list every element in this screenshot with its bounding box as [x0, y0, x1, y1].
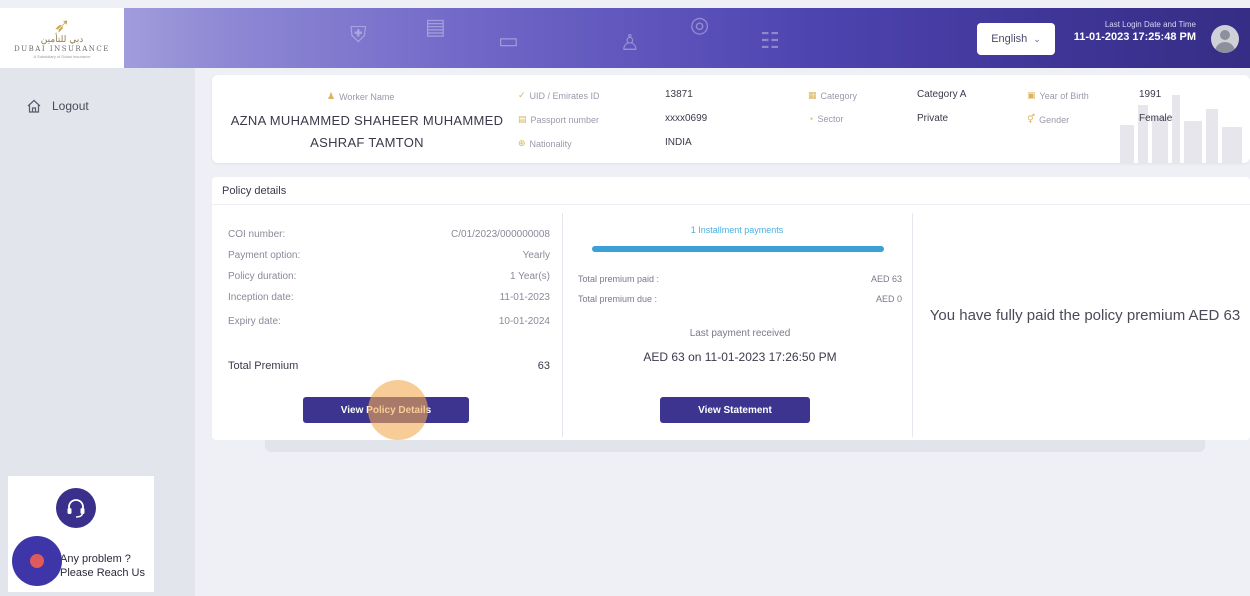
- passport-icon: ▤: [518, 114, 527, 124]
- worker-name-value: AZNA MUHAMMED SHAHEER MUHAMMED ASHRAF TA…: [230, 113, 504, 150]
- calendar-icon: ▣: [1027, 90, 1036, 100]
- premium-due-row: Total premium due : AED 0: [578, 294, 902, 304]
- expiry-date-row: Expiry date: 10-01-2024: [228, 316, 550, 327]
- installments-label: 1 Installment payments: [690, 225, 784, 235]
- gender-label: ⚥ Gender: [1027, 114, 1070, 125]
- nationality-label: ⊕ Nationality: [518, 138, 572, 149]
- badge-icon: ◎: [690, 12, 710, 37]
- passport-value: xxxx0699: [665, 113, 708, 124]
- headset-icon[interactable]: [56, 488, 96, 528]
- sector-value: Private: [917, 113, 949, 124]
- language-select[interactable]: English ⌄: [977, 23, 1055, 55]
- year-of-birth-label: ▣ Year of Birth: [1027, 90, 1089, 101]
- help-text: Any problem ? Please Reach Us: [60, 553, 145, 579]
- column-divider: [562, 213, 563, 437]
- sidebar: Logout Any problem ? Please Reach Us: [0, 68, 195, 596]
- gender-value: Female: [1139, 113, 1173, 124]
- record-button[interactable]: [12, 536, 62, 586]
- nationality-value: INDIA: [665, 137, 692, 148]
- logo-name: DUBAI INSURANCE: [14, 44, 110, 53]
- chevron-down-icon: ⌄: [1033, 33, 1041, 44]
- shield-icon: ⛨: [350, 22, 367, 47]
- last-login-info: Last Login Date and Time 11-01-2023 17:2…: [1070, 20, 1196, 43]
- last-payment-label: Last payment received: [689, 328, 791, 339]
- installment-progress-bar: [592, 246, 884, 252]
- year-of-birth-value: 1991: [1139, 89, 1162, 100]
- avatar[interactable]: [1211, 25, 1239, 53]
- view-statement-button[interactable]: View Statement: [660, 397, 810, 423]
- user-icon: ♟: [327, 91, 336, 101]
- last-payment-value: AED 63 on 11-01-2023 17:26:50 PM: [643, 350, 837, 364]
- home-icon: [27, 99, 41, 113]
- policy-details-header: Policy details: [212, 177, 1250, 205]
- company-logo[interactable]: ➶ دبي للتأمين DUBAI INSURANCE A Subsidia…: [0, 8, 124, 68]
- column-divider: [912, 213, 913, 437]
- id-icon: ✓: [518, 90, 526, 100]
- card-icon: ▭: [498, 28, 519, 53]
- category-icon: ▦: [808, 90, 817, 100]
- total-premium-row: Total Premium 63: [228, 360, 550, 372]
- sector-label: ◔ Sector: [808, 114, 844, 124]
- category-value: Category A: [917, 89, 967, 100]
- language-value: English: [991, 33, 1028, 45]
- logout-label: Logout: [52, 99, 89, 113]
- uid-value: 13871: [665, 89, 693, 100]
- city-skyline-icon: [1120, 95, 1242, 163]
- top-banner: ⛨ ▤ ▭ ♙ ◎ ☷: [0, 8, 1250, 68]
- sector-icon: ◔: [808, 114, 814, 124]
- coi-row: COI number: C/01/2023/000000008: [228, 229, 550, 240]
- policy-details-card: Policy details COI number: C/01/2023/000…: [212, 177, 1250, 440]
- payment-option-row: Payment option: Yearly: [228, 250, 550, 261]
- family-icon: ☷: [760, 28, 780, 53]
- uid-label: ✓ UID / Emirates ID: [518, 90, 600, 101]
- logo-subtitle: A Subsidiary of Dubai Insurance: [33, 53, 91, 59]
- worker-name-label: ♟ Worker Name: [327, 91, 395, 102]
- card-shadow: [265, 440, 1205, 452]
- worker-info-card: ♟ Worker Name AZNA MUHAMMED SHAHEER MUHA…: [212, 75, 1250, 163]
- last-login-label: Last Login Date and Time: [1104, 20, 1196, 29]
- total-premium-label: Total Premium: [228, 360, 299, 372]
- premium-paid-row: Total premium paid : AED 63: [578, 274, 902, 284]
- fully-paid-message: You have fully paid the policy premium A…: [929, 307, 1241, 324]
- passport-label: ▤ Passport number: [518, 114, 600, 125]
- falcon-icon: ➶: [53, 14, 71, 37]
- installment-progress-fill: [592, 246, 884, 252]
- document-icon: ▤: [425, 14, 446, 39]
- person-icon: ♙: [620, 30, 640, 55]
- gender-icon: ⚥: [1027, 114, 1036, 124]
- category-label: ▦ Category: [808, 90, 858, 101]
- click-highlight: [368, 380, 428, 440]
- logout-link[interactable]: Logout: [26, 98, 89, 114]
- total-premium-value: 63: [537, 360, 550, 372]
- globe-icon: ⊕: [518, 138, 526, 148]
- policy-duration-row: Policy duration: 1 Year(s): [228, 271, 550, 282]
- record-dot-icon: [30, 554, 44, 568]
- last-login-value: 11-01-2023 17:25:48 PM: [1073, 31, 1196, 43]
- inception-date-row: Inception date: 11-01-2023: [228, 292, 550, 303]
